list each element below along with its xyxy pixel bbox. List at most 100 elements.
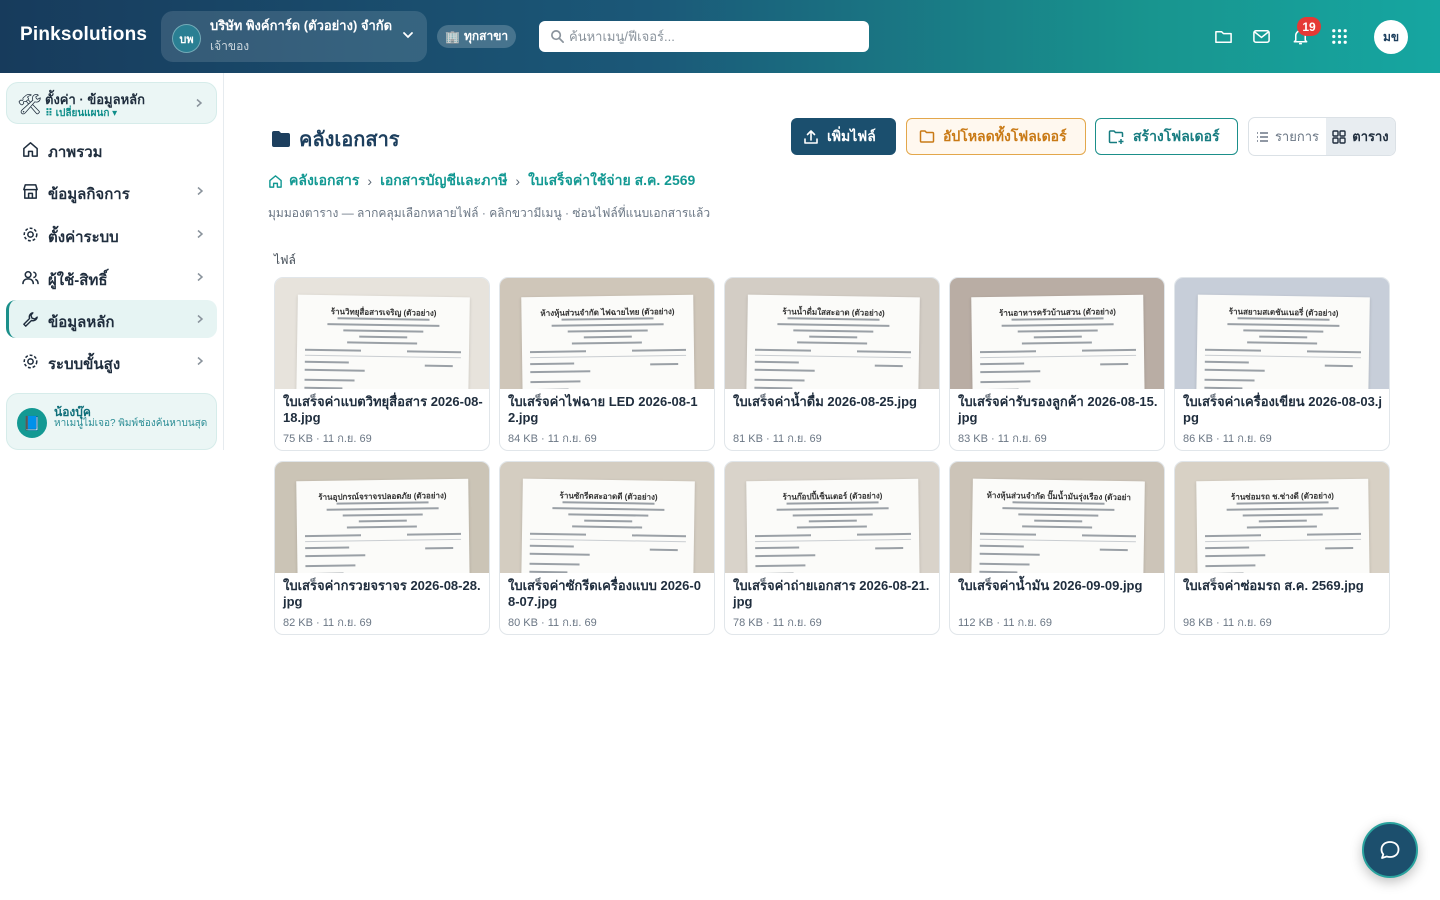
apps-grid-icon[interactable] [1330, 27, 1349, 46]
receipt-text-line [792, 513, 873, 517]
file-card[interactable]: ร้านอุปกรณ์จราจรปลอดภัย (ตัวอย่าง) ใบเสร็… [274, 461, 490, 635]
chat-button[interactable] [1362, 822, 1418, 878]
add-file-button[interactable]: เพิ่มไฟล์ [791, 118, 896, 155]
home-icon [23, 142, 38, 157]
receipt-text-line [530, 370, 591, 373]
file-card[interactable]: ห้างหุ้นส่วนจำกัด ปั๊มน้ำมันรุ่งเรือง (ต… [949, 461, 1165, 635]
receipt-text-line [571, 341, 642, 345]
receipt-text-line [1017, 329, 1098, 333]
file-name: ใบเสร็จค่าซักรีดเครื่องแบบ 2026-08-07.jp… [508, 578, 701, 609]
receipt-text-line [327, 323, 440, 327]
file-thumbnail: ห้างหุ้นส่วนจำกัด ไฟฉายไทย (ตัวอย่าง) [500, 278, 714, 389]
search-box[interactable] [539, 21, 869, 52]
receipt-text-line [980, 380, 1031, 383]
file-card[interactable]: ร้านสยามสเตชันเนอรี่ (ตัวอย่าง) ใบเสร็จค่… [1174, 277, 1390, 451]
sidebar-item-system-settings[interactable]: ตั้งค่าระบบ [6, 215, 217, 253]
receipt-text-line [336, 501, 429, 505]
change-department-link[interactable]: ⠿ เปลี่ยนแผนก ▾ [45, 106, 117, 121]
file-card[interactable]: ร้านซ่อมรถ ช.ช่างดี (ตัวอย่าง) ใบเสร็จค่า… [1174, 461, 1390, 635]
file-meta: 81 KB · 11 ก.ย. 69 [733, 433, 822, 445]
receipt-text-line [304, 368, 365, 372]
file-meta: 82 KB · 11 ก.ย. 69 [283, 617, 372, 629]
chevron-right-icon [197, 229, 204, 239]
receipt-text-line [305, 554, 366, 557]
receipt-text-line [1204, 386, 1243, 389]
chevron-down-icon [403, 32, 413, 39]
receipt-text-line [1204, 360, 1249, 363]
receipt-text-line [530, 380, 581, 383]
receipt-text-line [979, 570, 1018, 573]
chevron-right-icon [197, 356, 204, 366]
receipt-divider [530, 354, 687, 359]
wrench-icon [23, 312, 38, 327]
receipt-text-line [1100, 363, 1129, 365]
file-name: ใบเสร็จค่าเครื่องเขียน 2026-08-03.jpg [1183, 394, 1383, 425]
folder-icon [272, 131, 290, 147]
sidebar-item-business-info[interactable]: ข้อมูลกิจการ [6, 172, 217, 210]
home-icon[interactable] [268, 174, 283, 189]
receipt-text-line [359, 335, 408, 338]
receipt-text-line [305, 546, 350, 549]
mail-icon[interactable] [1252, 27, 1271, 46]
receipt-text-line [797, 341, 868, 345]
chevron-right-icon [197, 314, 204, 324]
breadcrumb-item[interactable]: คลังเอกสาร [289, 170, 359, 192]
create-folder-button[interactable]: สร้างโฟลเดอร์ [1095, 118, 1238, 155]
sidebar-item-advanced[interactable]: ระบบขั้นสูง [6, 342, 217, 380]
user-avatar[interactable]: มข [1374, 20, 1408, 54]
department-card[interactable]: 🛠 ตั้งค่า · ข้อมูลหลัก ⠿ เปลี่ยนแผนก ▾ [6, 82, 217, 124]
file-meta: 84 KB · 11 ก.ย. 69 [508, 433, 597, 445]
upload-folder-button[interactable]: อัปโหลดทั้งโฟลเดอร์ [906, 118, 1086, 155]
receipt-text-line [1034, 519, 1083, 522]
receipt-text-line [755, 546, 800, 549]
receipt-text-line [342, 513, 423, 517]
brand-logo[interactable]: Pinksolutions [20, 24, 147, 46]
breadcrumb-item[interactable]: ใบเสร็จค่าใช้จ่าย ส.ค. 2569 [528, 170, 695, 192]
company-switcher[interactable]: บพ บริษัท พิงค์การ์ด (ตัวอย่าง) จำกัด เจ… [161, 11, 427, 62]
receipt-text-line [530, 532, 587, 536]
sidebar-item-master-data[interactable]: ข้อมูลหลัก [6, 300, 217, 338]
receipt-text-line [561, 317, 654, 321]
file-thumbnail: ห้างหุ้นส่วนจำกัด ปั๊มน้ำมันรุ่งเรือง (ต… [950, 462, 1164, 573]
receipt-text-line [1021, 341, 1092, 345]
receipt-text-line [1205, 546, 1250, 549]
file-card[interactable]: ร้านซักรีดสะอาดดี (ตัวอย่าง) ใบเสร็จค่าซั… [499, 461, 715, 635]
receipt-text-line [343, 329, 424, 333]
file-thumbnail: ร้านซักรีดสะอาดดี (ตัวอย่าง) [500, 462, 714, 573]
receipt-text-line [1242, 513, 1323, 517]
folder-icon [919, 130, 935, 143]
sidebar-item-label: ระบบขั้นสูง [48, 356, 121, 373]
file-meta: 75 KB · 11 ก.ย. 69 [283, 433, 372, 445]
file-card[interactable]: ร้านวิทยุสื่อสารเจริญ (ตัวอย่าง) ใบเสร็จค… [274, 277, 490, 451]
list-view-button[interactable]: รายการ [1249, 118, 1326, 155]
breadcrumb-item[interactable]: เอกสารบัญชีและภาษี [380, 170, 507, 192]
file-meta: 83 KB · 11 ก.ย. 69 [958, 433, 1047, 445]
assistant-card[interactable]: 📘 น้องบุ๊ค หาเมนูไม่เจอ? พิมพ์ช่องค้นหาบ… [6, 393, 217, 450]
branch-selector[interactable]: 🏢 ทุกสาขา [437, 25, 517, 48]
receipt-text-line [358, 519, 407, 522]
file-card[interactable]: ร้านน้ำดื่มใสสะอาด (ตัวอย่าง) ใบเสร็จค่าน… [724, 277, 940, 451]
receipt-text-line [979, 350, 1037, 353]
receipt-text-line [1324, 364, 1353, 367]
list-icon [1256, 131, 1268, 142]
receipt-text-line [979, 544, 1024, 547]
receipt-divider [755, 538, 912, 543]
receipt-text-line [1204, 368, 1265, 372]
file-card[interactable]: ห้างหุ้นส่วนจำกัด ไฟฉายไทย (ตัวอย่าง) ใบเ… [499, 277, 715, 451]
sidebar-item-overview[interactable]: ภาพรวม [6, 130, 217, 168]
file-card[interactable]: ร้านอาหารครัวบ้านสวน (ตัวอย่าง) ใบเสร็จค่… [949, 277, 1165, 451]
search-input[interactable] [569, 29, 849, 44]
company-avatar: บพ [172, 24, 201, 53]
breadcrumb-separator: › [515, 173, 521, 189]
file-card[interactable]: ร้านก๊อปปี้เซ็นเตอร์ (ตัวอย่าง) ใบเสร็จค่… [724, 461, 940, 635]
sidebar-item-users-permissions[interactable]: ผู้ใช้-สิทธิ์ [6, 258, 217, 296]
receipt-text-line [425, 547, 454, 549]
folder-icon[interactable] [1214, 27, 1233, 46]
receipt-text-line [1243, 329, 1324, 333]
receipt-text-line [979, 562, 1030, 566]
grid-view-button[interactable]: ตาราง [1325, 118, 1395, 155]
receipt-image: ห้างหุ้นส่วนจำกัด ปั๊มน้ำมันรุ่งเรือง (ต… [971, 478, 1145, 573]
receipt-text-line [808, 519, 857, 522]
page-title: คลังเอกสาร [271, 123, 400, 155]
receipt-text-line [562, 501, 655, 505]
